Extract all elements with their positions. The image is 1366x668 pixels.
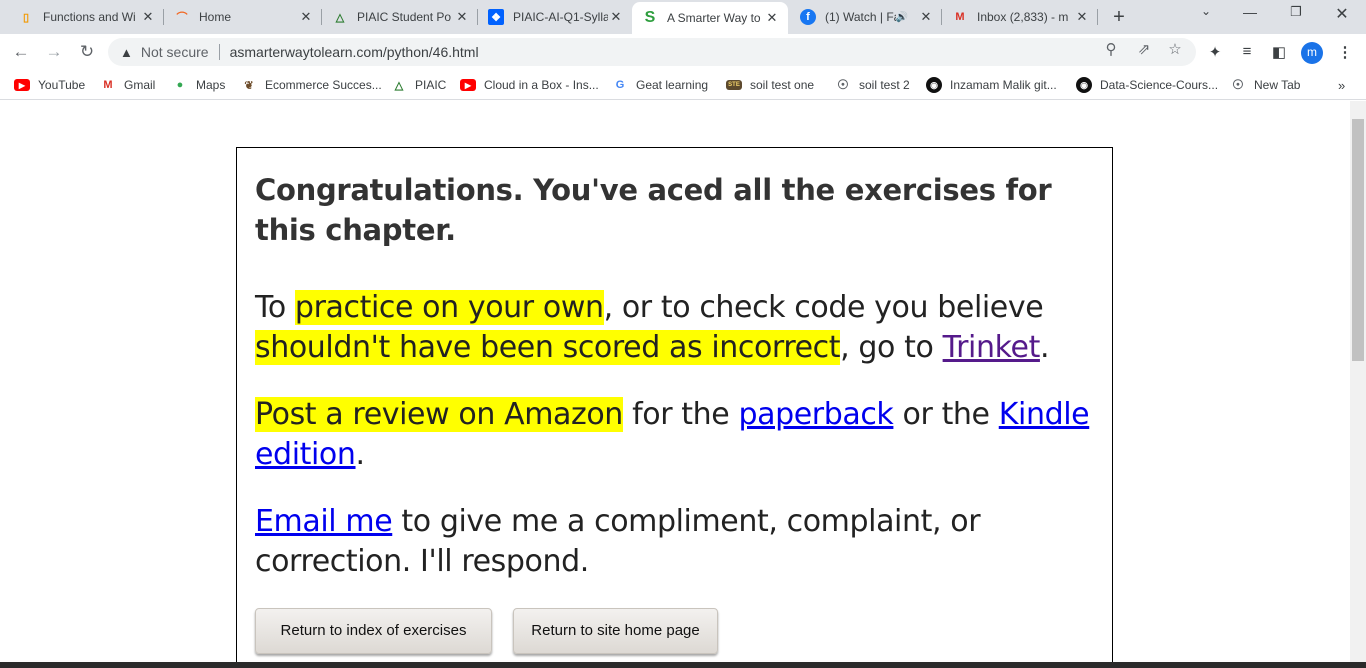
side-panel-icon[interactable]: ◧ <box>1270 43 1288 61</box>
window-close-icon[interactable]: ✕ <box>1332 4 1352 24</box>
tab-functions[interactable]: ▯ Functions and Wi ✕ <box>8 0 164 34</box>
review-paragraph: Post a review on Amazon for the paperbac… <box>255 397 1090 472</box>
bookmark-soil-test-one[interactable]: STE soil test one <box>726 76 814 94</box>
completion-panel: Congratulations. You've aced all the exe… <box>236 147 1113 662</box>
extensions-puzzle-icon[interactable]: ✦ <box>1206 43 1224 61</box>
bookmarks-bar: ▶ YouTube M Gmail ● Maps ❦ Ecommerce Suc… <box>0 70 1366 100</box>
close-icon[interactable]: ✕ <box>454 9 470 25</box>
bookmark-cloud-in-a-box[interactable]: ▶ Cloud in a Box - Ins... <box>460 76 599 94</box>
trinket-link[interactable]: Trinket <box>943 330 1041 365</box>
bookmark-data-science[interactable]: ◉ Data-Science-Cours... <box>1076 76 1218 94</box>
facebook-icon: f <box>800 9 816 25</box>
bookmark-great-learning[interactable]: G Geat learning <box>612 76 708 94</box>
page-viewport: Congratulations. You've aced all the exe… <box>0 101 1350 662</box>
taskbar-edge <box>0 662 1366 668</box>
reload-icon[interactable]: ↻ <box>76 41 98 63</box>
bookmark-inzamam-github[interactable]: ◉ Inzamam Malik git... <box>926 76 1057 94</box>
page-scrollbar[interactable] <box>1350 101 1366 662</box>
google-icon: G <box>615 79 625 91</box>
leaf-icon: ❦ <box>244 79 254 92</box>
media-queue-icon[interactable]: ≡ <box>1238 43 1256 60</box>
url-text[interactable]: asmarterwaytolearn.com/python/46.html <box>230 44 479 60</box>
bookmark-youtube[interactable]: ▶ YouTube <box>14 76 85 94</box>
tab-strip: ▯ Functions and Wi ✕ ⌒ Home ✕ △ PIAIC St… <box>0 0 1366 34</box>
bookmark-soil-test-2[interactable]: ☉ soil test 2 <box>835 76 910 94</box>
return-to-home-button[interactable]: Return to site home page <box>513 608 718 654</box>
s-icon: S <box>644 9 656 26</box>
piaic-icon: △ <box>394 79 404 92</box>
close-icon[interactable]: ✕ <box>918 9 934 25</box>
book-icon: ▯ <box>22 11 30 24</box>
highlight-practice: practice on your own <box>294 290 604 325</box>
minimize-icon[interactable]: — <box>1240 4 1260 20</box>
scrollbar-thumb[interactable] <box>1352 119 1364 361</box>
back-arrow-icon[interactable]: ← <box>10 41 32 63</box>
youtube-icon: ▶ <box>14 79 30 91</box>
tab-search-chevron-icon[interactable]: ⌄ <box>1196 4 1216 18</box>
speaker-icon[interactable]: 🔊 <box>896 12 908 23</box>
globe-icon: ☉ <box>837 77 849 92</box>
tab-home[interactable]: ⌒ Home ✕ <box>164 0 322 34</box>
share-icon[interactable]: ⇗ <box>1135 40 1153 58</box>
bookmark-star-icon[interactable]: ☆ <box>1166 40 1184 58</box>
close-icon[interactable]: ✕ <box>764 10 780 26</box>
bookmark-maps[interactable]: ● Maps <box>172 76 226 94</box>
restore-icon[interactable]: ❐ <box>1286 4 1306 20</box>
bookmark-gmail[interactable]: M Gmail <box>100 76 155 94</box>
bookmark-new-tab[interactable]: ☉ New Tab <box>1230 76 1300 94</box>
gmail-icon: M <box>103 79 113 91</box>
return-to-index-button[interactable]: Return to index of exercises <box>255 608 492 654</box>
github-icon: ◉ <box>926 77 942 93</box>
bookmark-piaic[interactable]: △ PIAIC <box>391 76 447 94</box>
warning-triangle-icon[interactable]: ▲ <box>120 45 133 60</box>
new-tab-plus-icon[interactable]: + <box>1108 6 1130 29</box>
forward-arrow-icon[interactable]: → <box>43 41 65 63</box>
congratulations-heading: Congratulations. You've aced all the exe… <box>255 173 1052 247</box>
close-icon[interactable]: ✕ <box>298 9 314 25</box>
practice-paragraph: To practice on your own, or to check cod… <box>255 290 1050 365</box>
bookmark-ecommerce[interactable]: ❦ Ecommerce Succes... <box>241 76 381 94</box>
soil-test-icon: STE <box>726 80 742 90</box>
more-bookmarks-chevron-icon[interactable]: » <box>1338 76 1345 94</box>
tab-smarter-way[interactable]: S A Smarter Way to ✕ <box>632 2 788 34</box>
dropbox-icon: ❖ <box>488 9 504 25</box>
profile-avatar[interactable]: m <box>1301 42 1323 64</box>
piaic-icon: △ <box>335 11 345 24</box>
loading-icon: ⌒ <box>176 12 188 24</box>
tab-gmail-inbox[interactable]: M Inbox (2,833) - m ✕ <box>942 0 1098 34</box>
youtube-icon: ▶ <box>460 79 476 91</box>
close-icon[interactable]: ✕ <box>1074 9 1090 25</box>
highlight-review: Post a review on Amazon <box>255 397 623 432</box>
tab-facebook-watch[interactable]: f (1) Watch | Fa 🔊 ✕ <box>790 0 942 34</box>
tab-piaic-student[interactable]: △ PIAIC Student Po ✕ <box>322 0 478 34</box>
close-icon[interactable]: ✕ <box>608 9 624 25</box>
tab-piaic-syllabus[interactable]: ❖ PIAIC-AI-Q1-Sylla ✕ <box>478 0 632 34</box>
email-paragraph: Email me to give me a compliment, compla… <box>255 504 981 579</box>
highlight-incorrect: shouldn't have been scored as incorrect <box>255 330 841 365</box>
close-icon[interactable]: ✕ <box>140 9 156 25</box>
paperback-link[interactable]: paperback <box>738 397 893 432</box>
menu-kebab-icon[interactable]: ⋮ <box>1336 43 1354 61</box>
address-bar[interactable]: ▲ Not secure asmarterwaytolearn.com/pyth… <box>108 38 1196 66</box>
github-icon: ◉ <box>1076 77 1092 93</box>
maps-pin-icon: ● <box>176 79 184 91</box>
gmail-icon: M <box>955 11 965 23</box>
globe-icon: ☉ <box>1232 77 1244 92</box>
security-status[interactable]: Not secure <box>141 44 209 60</box>
zoom-icon[interactable]: ⚲ <box>1102 40 1120 58</box>
email-me-link[interactable]: Email me <box>255 504 393 539</box>
browser-toolbar: ← → ↻ ▲ Not secure asmarterwaytolearn.co… <box>0 34 1366 70</box>
